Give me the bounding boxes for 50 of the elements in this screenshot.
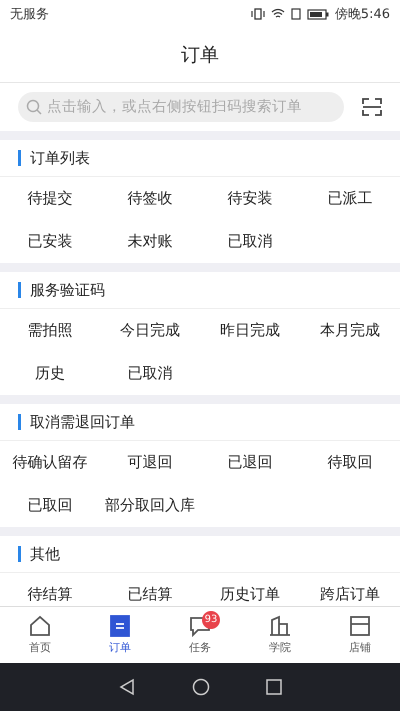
status-item[interactable]: 可退回 xyxy=(100,441,200,484)
status-item[interactable]: 已安装 xyxy=(0,220,100,263)
status-item[interactable]: 已取消 xyxy=(100,352,200,395)
nav-tab[interactable]: 学院 xyxy=(240,607,320,663)
building-icon xyxy=(269,615,291,637)
status-item[interactable]: 待安装 xyxy=(200,177,300,220)
status-item[interactable]: 待结算 xyxy=(0,573,100,606)
status-item[interactable]: 历史 xyxy=(0,352,100,395)
status-item[interactable]: 待签收 xyxy=(100,177,200,220)
scan-icon[interactable] xyxy=(362,98,382,116)
home-circle-icon[interactable] xyxy=(192,678,210,696)
store-icon xyxy=(349,615,371,637)
battery-icon xyxy=(306,8,329,20)
wifi-icon xyxy=(270,8,285,20)
search-icon xyxy=(26,99,42,115)
carrier-text: 无服务 xyxy=(10,6,49,23)
nav-tab[interactable]: 店铺 xyxy=(320,607,400,663)
section-title: 订单列表 xyxy=(30,148,90,168)
status-item[interactable]: 待确认留存 xyxy=(0,441,100,484)
recent-apps-icon[interactable] xyxy=(266,679,282,695)
count-badge: 93 xyxy=(202,611,220,629)
status-item[interactable]: 本月完成 xyxy=(300,309,400,352)
status-item[interactable]: 历史订单 xyxy=(200,573,300,606)
status-item[interactable]: 待提交 xyxy=(0,177,100,220)
home-icon xyxy=(29,615,51,637)
nav-tab[interactable]: 首页 xyxy=(0,607,80,663)
section-title: 服务验证码 xyxy=(30,280,105,300)
status-item[interactable]: 未对账 xyxy=(100,220,200,263)
clock-text: 傍晚5:46 xyxy=(334,6,390,23)
status-item[interactable]: 已退回 xyxy=(200,441,300,484)
section-title: 取消需退回订单 xyxy=(30,412,135,432)
nav-tab[interactable]: 任务 93 xyxy=(160,607,240,663)
status-item[interactable]: 已结算 xyxy=(100,573,200,606)
status-item[interactable]: 跨店订单 xyxy=(300,573,400,606)
status-item[interactable]: 部分取回入库 xyxy=(100,484,200,527)
status-item[interactable]: 待取回 xyxy=(300,441,400,484)
status-item[interactable]: 昨日完成 xyxy=(200,309,300,352)
nav-tab[interactable]: 订单 xyxy=(80,607,160,663)
status-item[interactable]: 已取回 xyxy=(0,484,100,527)
sim-icon xyxy=(290,8,301,20)
search-field[interactable]: 点击输入，或点右侧按钮扫码搜索订单 xyxy=(18,92,344,122)
status-item[interactable]: 需拍照 xyxy=(0,309,100,352)
vibrate-icon xyxy=(250,8,265,20)
status-item[interactable]: 已派工 xyxy=(300,177,400,220)
status-item[interactable]: 已取消 xyxy=(200,220,300,263)
back-icon[interactable] xyxy=(118,678,136,696)
status-item[interactable]: 今日完成 xyxy=(100,309,200,352)
page-title: 订单 xyxy=(181,43,219,68)
section-title: 其他 xyxy=(30,544,60,564)
document-icon xyxy=(109,615,131,637)
